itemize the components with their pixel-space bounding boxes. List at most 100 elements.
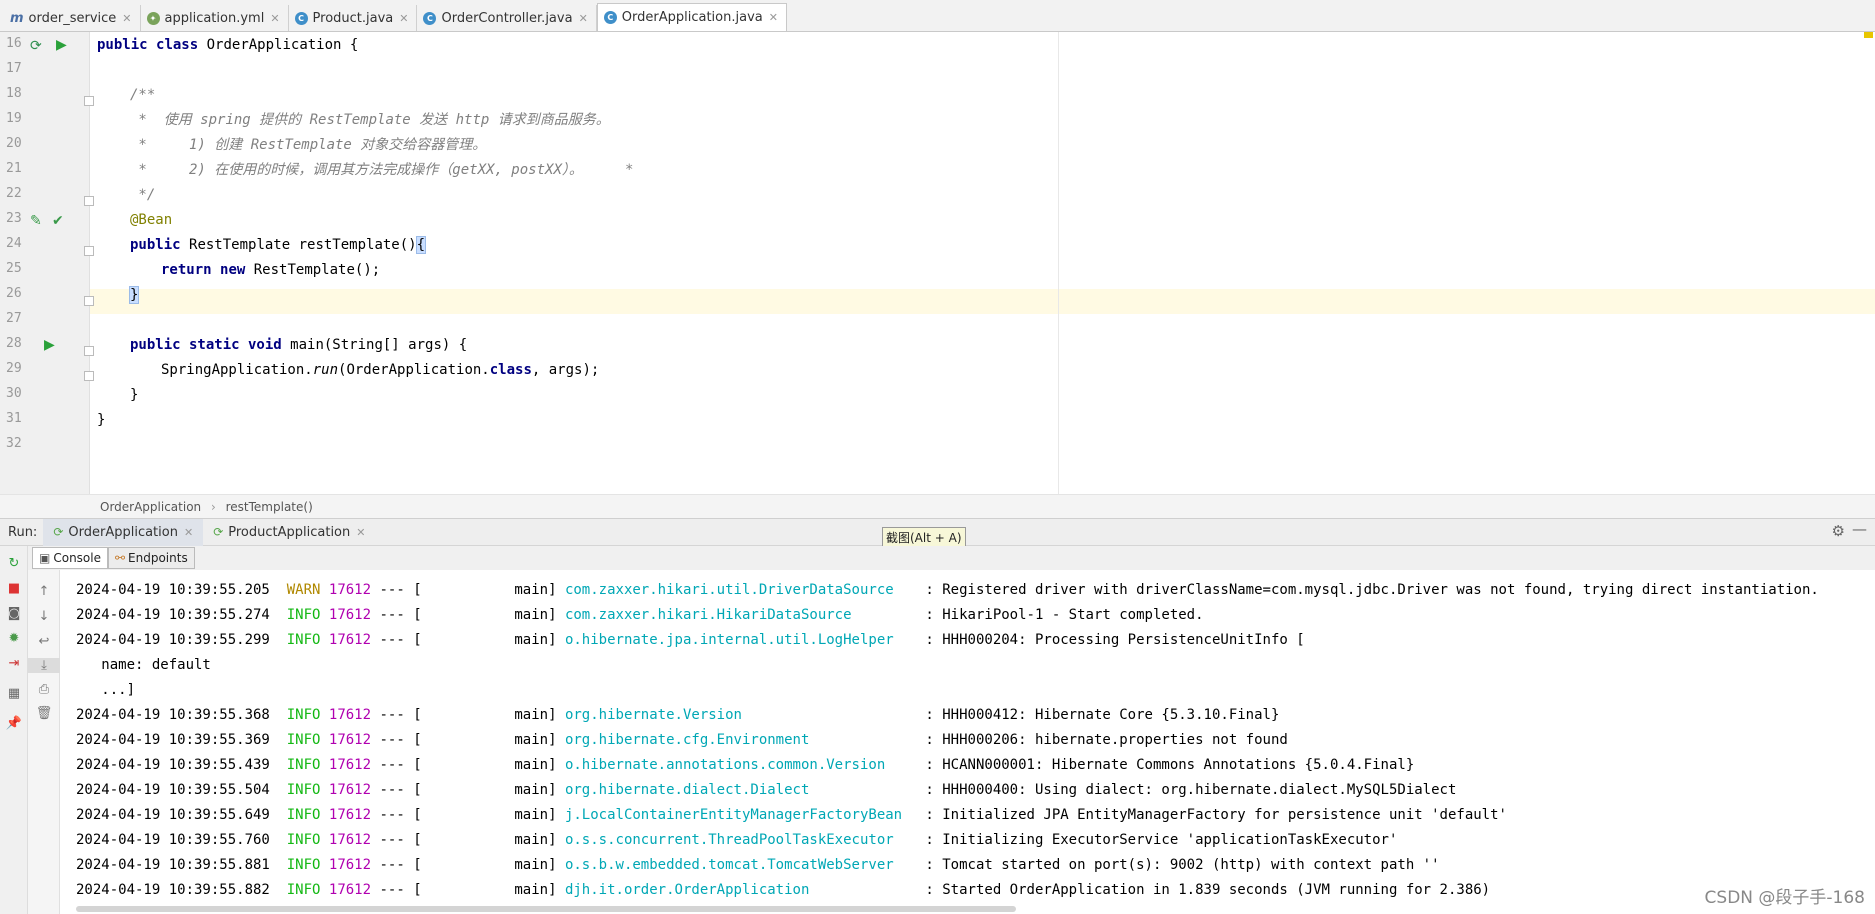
rerun-icon[interactable]: ↻ [0, 556, 28, 571]
log-timestamp: 2024-04-19 10:39:55.369 [76, 732, 270, 748]
fold-icon[interactable] [84, 246, 94, 256]
log-thread: main] [514, 782, 557, 798]
log-message: : Initializing ExecutorService 'applicat… [925, 832, 1398, 848]
breadcrumb-item[interactable]: restTemplate() [226, 500, 313, 514]
console-output[interactable]: ────────────────────────────────────────… [60, 570, 1875, 914]
pin-icon[interactable]: 📌 [0, 716, 28, 731]
close-icon[interactable]: ✕ [579, 12, 588, 25]
exit-icon[interactable]: ⇥ [0, 656, 28, 671]
log-message: : HHH000412: Hibernate Core {5.3.10.Fina… [925, 707, 1280, 723]
log-separator: --- [ [379, 857, 422, 873]
log-timestamp: 2024-04-19 10:39:55.205 [76, 582, 270, 598]
comment-text: 请求到商品服务。 [489, 112, 610, 128]
log-logger: org.hibernate.dialect.Dialect [564, 782, 810, 798]
fold-icon[interactable] [84, 196, 94, 206]
fold-icon[interactable] [84, 96, 94, 106]
log-separator: --- [ [379, 882, 422, 898]
run-toolbar: ↻ ■ ◙ ✹ ⇥ ▦ 📌 [0, 546, 28, 914]
breadcrumb-item[interactable]: OrderApplication [100, 500, 201, 514]
line-number: 29 [6, 361, 22, 376]
line-number: 25 [6, 261, 22, 276]
log-level: INFO [286, 857, 321, 873]
comment-text: * 使用 [130, 112, 201, 128]
debug-icon[interactable]: ✹ [0, 631, 28, 646]
run-icon[interactable]: ▶ [56, 37, 67, 53]
log-pid: 17612 [328, 707, 372, 723]
bean-method-icon[interactable]: ✎ [30, 213, 42, 229]
log-logger: o.hibernate.jpa.internal.util.LogHelper [564, 632, 894, 648]
console-toolbar: ↑ ↓ ↩ ⤓ ⎙ 🗑 [28, 570, 60, 914]
code-area[interactable]: public class OrderApplication { /** * 使用… [97, 32, 1867, 494]
class-icon: C [294, 11, 308, 25]
scroll-to-end-icon[interactable]: ⤓ [28, 658, 60, 673]
down-arrow-icon[interactable]: ↓ [28, 609, 60, 624]
keyword: class [489, 362, 532, 378]
breadcrumb-separator: › [210, 500, 216, 514]
fold-icon[interactable] [84, 296, 94, 306]
close-icon[interactable]: ✕ [399, 12, 408, 25]
camera-icon[interactable]: ◙ [0, 606, 28, 621]
code-line: public static void main(String[] args) { [130, 333, 467, 358]
tab-order-service[interactable]: m order_service ✕ [4, 5, 141, 31]
close-icon[interactable]: ✕ [769, 11, 778, 24]
log-separator: --- [ [379, 607, 422, 623]
tab-application-yml[interactable]: ✦ application.yml ✕ [141, 5, 289, 31]
code-line: } [128, 283, 140, 308]
run-icon[interactable]: ▶ [44, 337, 55, 353]
log-timestamp: 2024-04-19 10:39:55.881 [76, 857, 270, 873]
log-message: : HikariPool-1 - Start completed. [925, 607, 1204, 623]
log-separator: --- [ [379, 732, 422, 748]
fold-icon[interactable] [84, 371, 94, 381]
warning-marker[interactable] [1864, 32, 1873, 38]
comment-text: * 2) 在使用的时候，调用其方法完成操作（ [130, 162, 453, 178]
trash-icon[interactable]: 🗑 [28, 706, 60, 721]
close-icon[interactable]: ✕ [122, 12, 131, 25]
up-arrow-icon[interactable]: ↑ [28, 584, 60, 599]
code-line: public class OrderApplication { [97, 33, 358, 58]
log-separator: --- [ [379, 582, 422, 598]
log-level: INFO [286, 832, 321, 848]
tab-order-application-java[interactable]: C OrderApplication.java ✕ [596, 3, 787, 31]
layout-icon[interactable]: ▦ [0, 686, 28, 701]
log-thread: main] [514, 832, 557, 848]
close-icon[interactable]: ✕ [184, 526, 193, 539]
log-message: : HCANN000001: Hibernate Commons Annotat… [925, 757, 1415, 773]
gear-icon[interactable]: ⚙ [1832, 522, 1845, 540]
close-icon[interactable]: ✕ [356, 526, 365, 539]
line-number: 31 [6, 411, 22, 426]
soft-wrap-icon[interactable]: ↩ [28, 634, 60, 649]
spring-bean-icon[interactable]: ⟳ [30, 38, 42, 54]
stop-icon[interactable]: ■ [0, 581, 28, 596]
run-tab-order-application[interactable]: ⟳ OrderApplication ✕ [43, 518, 204, 546]
horizontal-scrollbar[interactable] [76, 906, 1016, 912]
breadcrumb: OrderApplication › restTemplate() [0, 494, 1875, 518]
print-icon[interactable]: ⎙ [28, 682, 60, 697]
minimize-icon[interactable]: — [1852, 520, 1867, 538]
tab-order-controller-java[interactable]: C OrderController.java ✕ [417, 5, 597, 31]
run-tab-product-application[interactable]: ⟳ ProductApplication ✕ [203, 519, 375, 546]
log-timestamp: 2024-04-19 10:39:55.299 [76, 632, 270, 648]
bean-check-icon[interactable]: ✔ [52, 213, 64, 229]
tab-label: OrderController.java [441, 10, 573, 26]
keyword: new [220, 262, 246, 278]
console-icon: ▣ [39, 551, 51, 565]
log-separator: --- [ [379, 632, 422, 648]
run-tab-label: OrderApplication [68, 524, 178, 540]
log-message: : HHH000206: hibernate.properties not fo… [925, 732, 1288, 748]
log-logger: j.LocalContainerEntityManagerFactoryBean [564, 807, 903, 823]
log-message: : Tomcat started on port(s): 9002 (http)… [925, 857, 1440, 873]
log-separator: --- [ [379, 757, 422, 773]
yaml-icon: ✦ [146, 11, 160, 25]
tab-console[interactable]: ▣ Console [32, 547, 108, 569]
code-text: RestTemplate restTemplate() [189, 237, 417, 253]
log-logger: org.hibernate.cfg.Environment [564, 732, 810, 748]
tab-product-java[interactable]: C Product.java ✕ [289, 5, 418, 31]
log-pid: 17612 [328, 732, 372, 748]
code-editor[interactable]: 16 17 18 19 20 21 22 23 24 25 26 27 28 2… [0, 32, 1875, 494]
class-icon: C [423, 11, 437, 25]
tab-endpoints[interactable]: ⚯ Endpoints [107, 547, 195, 569]
close-icon[interactable]: ✕ [270, 12, 279, 25]
fold-icon[interactable] [84, 346, 94, 356]
log-level: INFO [286, 807, 321, 823]
log-thread: main] [514, 757, 557, 773]
